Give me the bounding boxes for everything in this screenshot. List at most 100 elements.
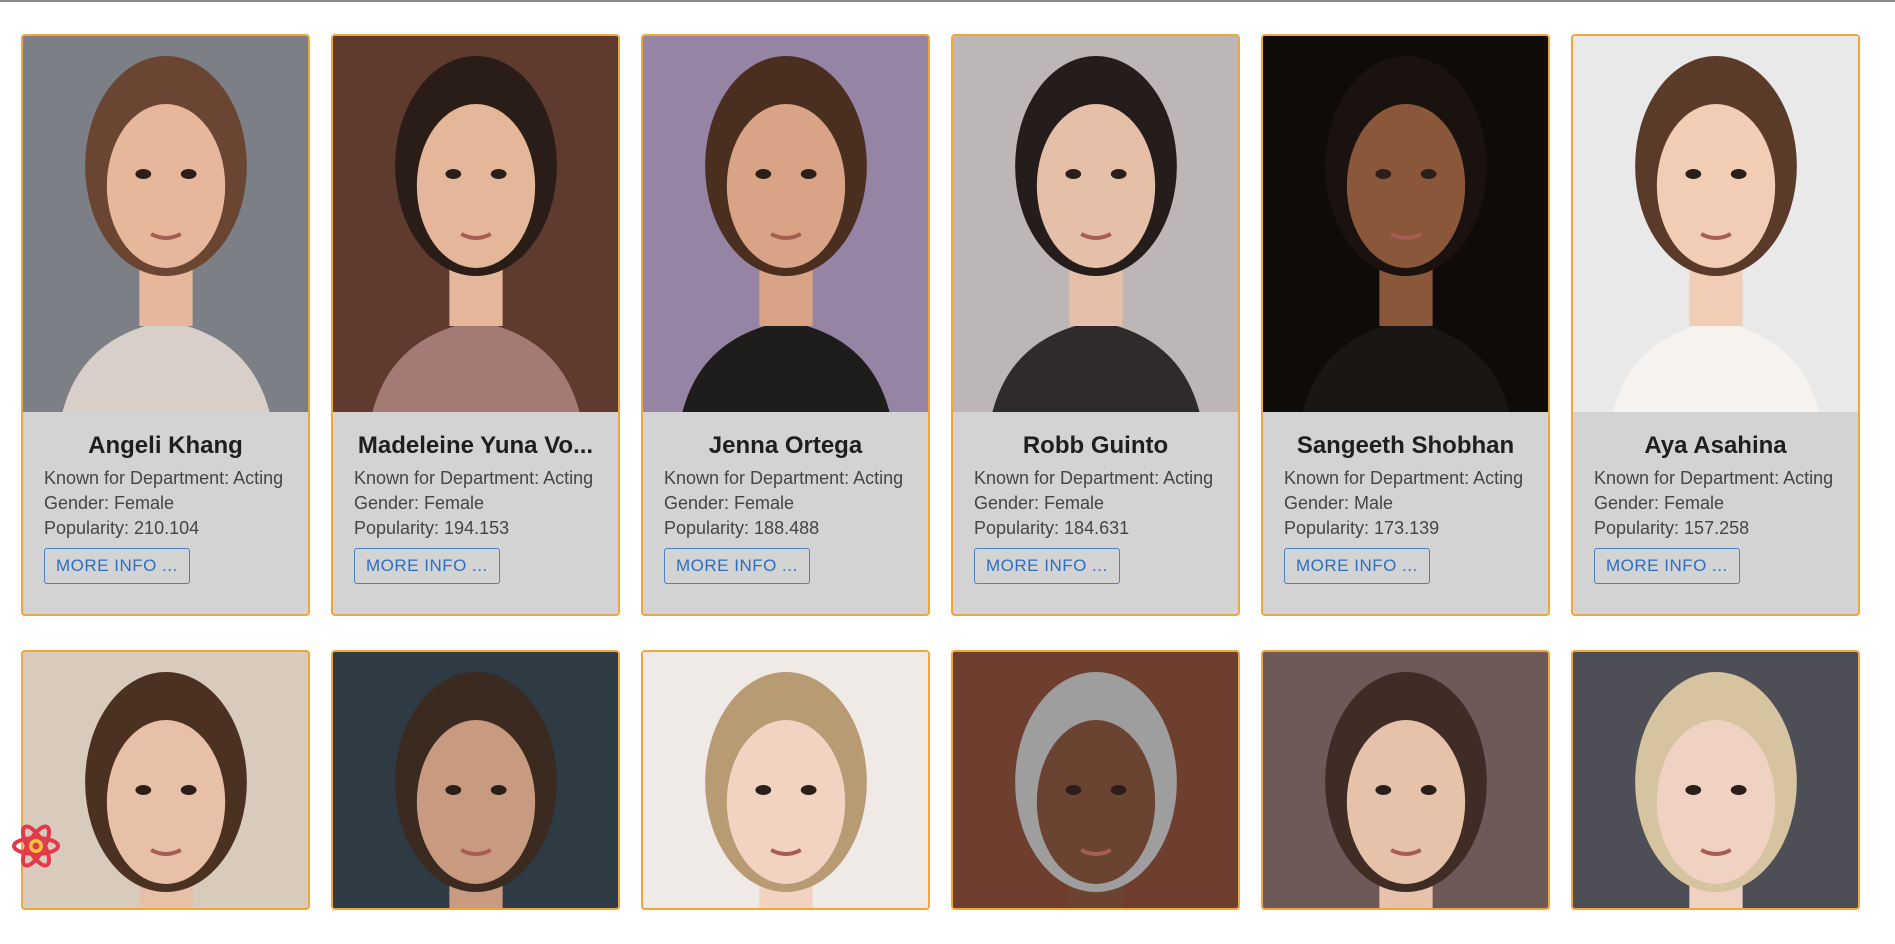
person-card: Madeleine Yuna Vo... Known for Department…	[331, 34, 620, 616]
person-card	[1571, 650, 1860, 910]
gender-line: Gender: Female	[354, 491, 597, 516]
person-info: Madeleine Yuna Vo... Known for Department…	[333, 412, 618, 614]
popularity-value: 173.139	[1374, 518, 1440, 538]
department-label: Known for Department:	[664, 468, 854, 488]
department-line: Known for Department: Acting	[1284, 466, 1527, 491]
department-label: Known for Department:	[1594, 468, 1784, 488]
person-card: Jenna Ortega Known for Department: Acting…	[641, 34, 930, 616]
person-photo	[333, 652, 618, 908]
person-photo	[1573, 652, 1858, 908]
more-info-button[interactable]: MORE INFO ...	[44, 548, 190, 584]
gender-line: Gender: Female	[664, 491, 907, 516]
person-name: Angeli Khang	[88, 432, 243, 459]
person-name: Aya Asahina	[1644, 432, 1787, 459]
person-photo	[1263, 36, 1548, 412]
department-value: Acting	[853, 468, 904, 488]
person-info: Robb Guinto Known for Department: Acting G…	[953, 412, 1238, 614]
department-label: Known for Department:	[354, 468, 544, 488]
popularity-label: Popularity:	[1284, 518, 1375, 538]
popularity-value: 210.104	[134, 518, 200, 538]
department-value: Acting	[1783, 468, 1834, 488]
popularity-line: Popularity: 157.258	[1594, 516, 1837, 541]
popularity-value: 157.258	[1684, 518, 1750, 538]
person-name: Robb Guinto	[1022, 432, 1169, 459]
gender-value: Female	[1044, 493, 1105, 513]
person-photo	[23, 36, 308, 412]
gender-label: Gender:	[664, 493, 735, 513]
department-line: Known for Department: Acting	[44, 466, 287, 491]
person-photo	[1573, 36, 1858, 412]
person-photo	[643, 36, 928, 412]
gender-label: Gender:	[44, 493, 115, 513]
person-name: Madeleine Yuna Vo...	[357, 432, 594, 459]
more-info-button[interactable]: MORE INFO ...	[354, 548, 500, 584]
gender-value: Female	[424, 493, 485, 513]
person-name: Jenna Ortega	[708, 432, 863, 459]
gender-line: Gender: Female	[974, 491, 1217, 516]
person-card: Sangeeth Shobhan Known for Department: Ac…	[1261, 34, 1550, 616]
person-info: Sangeeth Shobhan Known for Department: Ac…	[1263, 412, 1548, 614]
department-line: Known for Department: Acting	[1594, 466, 1837, 491]
person-info: Angeli Khang Known for Department: Acting…	[23, 412, 308, 614]
gender-label: Gender:	[974, 493, 1045, 513]
popularity-label: Popularity:	[974, 518, 1065, 538]
gender-label: Gender:	[354, 493, 425, 513]
person-card	[951, 650, 1240, 910]
person-name: Sangeeth Shobhan	[1296, 432, 1515, 459]
gender-line: Gender: Female	[44, 491, 287, 516]
person-photo	[953, 36, 1238, 412]
department-line: Known for Department: Acting	[354, 466, 597, 491]
popularity-label: Popularity:	[664, 518, 755, 538]
gender-value: Female	[734, 493, 795, 513]
department-value: Acting	[543, 468, 594, 488]
popularity-line: Popularity: 188.488	[664, 516, 907, 541]
department-value: Acting	[1163, 468, 1214, 488]
department-label: Known for Department:	[44, 468, 234, 488]
department-value: Acting	[233, 468, 284, 488]
gender-line: Gender: Male	[1284, 491, 1527, 516]
person-card: Robb Guinto Known for Department: Acting G…	[951, 34, 1240, 616]
people-row	[21, 650, 1871, 910]
person-card	[1261, 650, 1550, 910]
popularity-line: Popularity: 210.104	[44, 516, 287, 541]
person-card: Angeli Khang Known for Department: Acting…	[21, 34, 310, 616]
gender-value: Female	[1664, 493, 1725, 513]
people-row: Angeli Khang Known for Department: Acting…	[21, 34, 1871, 616]
more-info-button[interactable]: MORE INFO ...	[1594, 548, 1740, 584]
popularity-line: Popularity: 194.153	[354, 516, 597, 541]
person-photo	[953, 652, 1238, 908]
more-info-button[interactable]: MORE INFO ...	[1284, 548, 1430, 584]
department-line: Known for Department: Acting	[664, 466, 907, 491]
person-photo	[23, 652, 308, 908]
person-photo	[1263, 652, 1548, 908]
popularity-label: Popularity:	[354, 518, 445, 538]
person-card	[641, 650, 930, 910]
popularity-line: Popularity: 173.139	[1284, 516, 1527, 541]
person-photo	[333, 36, 618, 412]
department-line: Known for Department: Acting	[974, 466, 1217, 491]
person-info: Aya Asahina Known for Department: Acting G…	[1573, 412, 1858, 614]
more-info-button[interactable]: MORE INFO ...	[664, 548, 810, 584]
gender-value: Male	[1354, 493, 1394, 513]
popularity-value: 188.488	[754, 518, 820, 538]
person-card	[331, 650, 620, 910]
people-grid: Angeli Khang Known for Department: Acting…	[21, 34, 1871, 944]
popularity-line: Popularity: 184.631	[974, 516, 1217, 541]
department-label: Known for Department:	[974, 468, 1164, 488]
person-photo	[643, 652, 928, 908]
department-value: Acting	[1473, 468, 1524, 488]
popularity-label: Popularity:	[1594, 518, 1685, 538]
react-devtools-icon[interactable]	[10, 821, 62, 871]
popularity-value: 184.631	[1064, 518, 1130, 538]
person-info: Jenna Ortega Known for Department: Acting…	[643, 412, 928, 614]
top-rule	[0, 0, 1895, 2]
person-card	[21, 650, 310, 910]
department-label: Known for Department:	[1284, 468, 1474, 488]
more-info-button[interactable]: MORE INFO ...	[974, 548, 1120, 584]
popularity-label: Popularity:	[44, 518, 135, 538]
popularity-value: 194.153	[444, 518, 510, 538]
gender-value: Female	[114, 493, 175, 513]
gender-line: Gender: Female	[1594, 491, 1837, 516]
gender-label: Gender:	[1284, 493, 1355, 513]
person-card: Aya Asahina Known for Department: Acting G…	[1571, 34, 1860, 616]
